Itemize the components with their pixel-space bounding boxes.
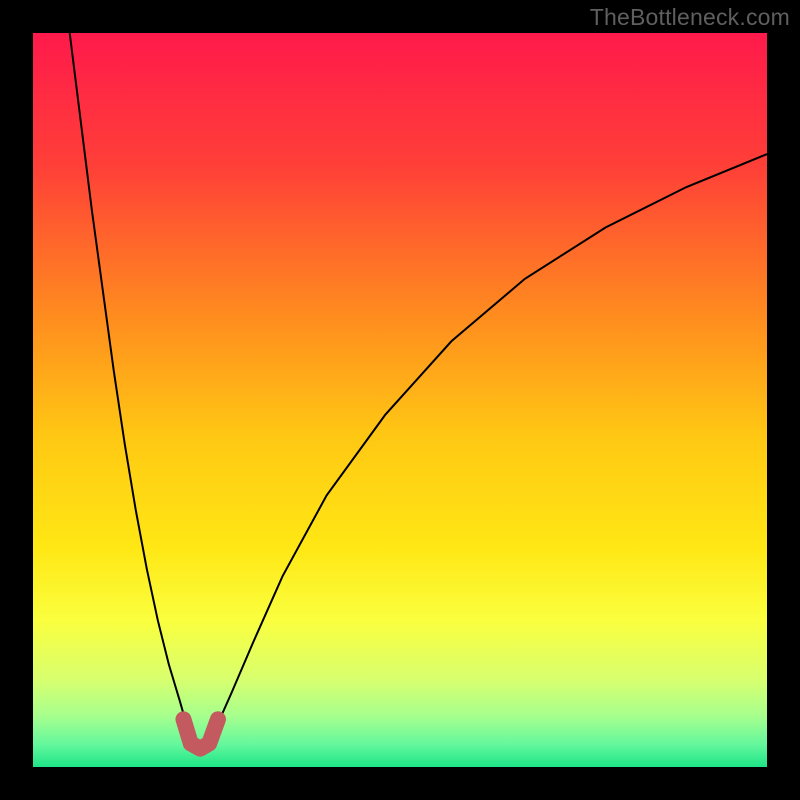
plot-area — [33, 33, 767, 767]
gradient-background — [33, 33, 767, 767]
chart-svg — [33, 33, 767, 767]
chart-frame: TheBottleneck.com — [0, 0, 800, 800]
watermark-text: TheBottleneck.com — [590, 4, 790, 31]
